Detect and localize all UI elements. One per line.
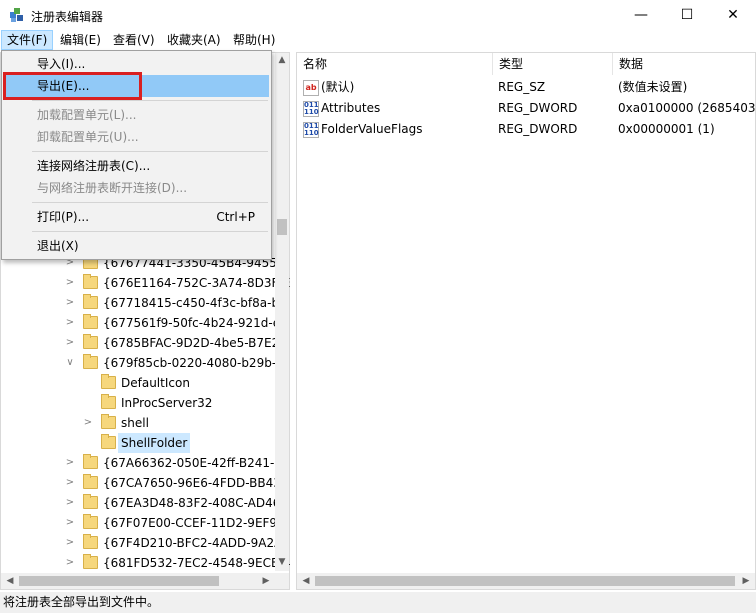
expand-arrow-icon[interactable]: > (65, 333, 75, 353)
tree-item-label: {67F07E00-CCEF-11D2-9EF9-0 (103, 516, 290, 530)
value-type: REG_DWORD (498, 101, 578, 115)
expand-arrow-icon[interactable]: > (65, 553, 75, 573)
tree-item-label: {679f85cb-0220-4080-b29b-5 (103, 356, 284, 370)
tree-item-label: {681FD532-7EC2-4548-9ECE-4 (103, 556, 291, 570)
maximize-button[interactable]: ☐ (664, 0, 710, 30)
title-bar: 注册表编辑器 — ☐ ✕ (0, 0, 756, 30)
expand-arrow-icon[interactable]: > (65, 513, 75, 533)
menu-separator (32, 231, 268, 232)
scroll-left-icon[interactable]: ◀ (299, 576, 313, 586)
expand-arrow-icon[interactable]: > (65, 313, 75, 333)
folder-icon (101, 414, 116, 429)
menu-favorites[interactable]: 收藏夹(A) (162, 31, 226, 49)
scroll-left-icon[interactable]: ◀ (3, 576, 17, 586)
column-header-name[interactable]: 名称 (297, 53, 493, 75)
folder-icon (83, 334, 98, 349)
value-data: 0x00000001 (1) (618, 122, 715, 136)
scrollbar-thumb[interactable] (315, 576, 735, 586)
value-row[interactable]: 011 110 FolderValueFlags REG_DWORD 0x0000… (297, 119, 755, 140)
expand-arrow-icon[interactable]: > (65, 293, 75, 313)
menu-edit[interactable]: 编辑(E) (55, 31, 106, 49)
values-horizontal-scrollbar[interactable]: ◀ ▶ (297, 573, 755, 589)
scroll-down-icon[interactable]: ▼ (275, 557, 289, 567)
folder-icon (83, 494, 98, 509)
string-value-icon: ab (303, 80, 319, 96)
value-row[interactable]: ab (默认) REG_SZ (数值未设置) (297, 77, 755, 98)
folder-icon (83, 474, 98, 489)
folder-icon (83, 454, 98, 469)
folder-open-icon (83, 354, 98, 369)
menu-separator (32, 202, 268, 203)
value-name: Attributes (321, 101, 381, 115)
folder-icon (101, 394, 116, 409)
value-row[interactable]: 011 110 Attributes REG_DWORD 0xa0100000 (… (297, 98, 756, 119)
values-pane[interactable]: 名称 类型 数据 ab (默认) REG_SZ (数值未设置) 011 110 A… (296, 52, 756, 590)
folder-icon (101, 374, 116, 389)
value-name: FolderValueFlags (321, 122, 423, 136)
folder-icon (83, 514, 98, 529)
scrollbar-thumb[interactable] (19, 576, 219, 586)
menu-item-disconnect-network-registry: 与网络注册表断开连接(D)... (37, 181, 188, 195)
expand-arrow-icon[interactable]: > (65, 273, 75, 293)
column-header-type[interactable]: 类型 (493, 53, 613, 75)
menu-item-unload-hive: 卸载配置单元(U)... (37, 130, 139, 144)
value-name: (默认) (321, 80, 355, 94)
collapse-arrow-icon[interactable]: ∨ (65, 353, 75, 373)
folder-icon (83, 314, 98, 329)
column-header-data[interactable]: 数据 (613, 53, 755, 75)
tree-item-label: InProcServer32 (121, 396, 213, 410)
menu-item-print-shortcut: Ctrl+P (216, 210, 255, 224)
tree-item-label: {67F4D210-BFC2-4ADD-9A2A- (103, 536, 287, 550)
folder-icon (101, 434, 116, 449)
menu-bar: 文件(F) 编辑(E) 查看(V) 收藏夹(A) 帮助(H) (0, 30, 756, 50)
tree-item-label: {676E1164-752C-3A74-8D3F-E (103, 276, 291, 290)
binary-value-icon: 011 110 (303, 101, 319, 117)
tree-item-label: {6785BFAC-9D2D-4be5-B7E2- (103, 336, 284, 350)
close-button[interactable]: ✕ (710, 0, 756, 30)
tree-item-label: ShellFolder (118, 433, 191, 453)
value-type: REG_DWORD (498, 122, 578, 136)
menu-help[interactable]: 帮助(H) (228, 31, 280, 49)
tree-item-label: {67EA3D48-83F2-408C-AD46- (103, 496, 285, 510)
menu-file[interactable]: 文件(F) (1, 30, 54, 50)
value-type: REG_SZ (498, 80, 546, 94)
menu-view[interactable]: 查看(V) (108, 31, 160, 49)
folder-icon (83, 534, 98, 549)
regedit-app-icon (10, 8, 23, 22)
folder-icon (83, 274, 98, 289)
tree-item-label: DefaultIcon (121, 376, 190, 390)
tree-item-label: {677561f9-50fc-4b24-921d-ea (103, 316, 288, 330)
expand-arrow-icon[interactable]: > (65, 493, 75, 513)
scrollbar-thumb[interactable] (277, 219, 287, 235)
status-bar: 将注册表全部导出到文件中。 (0, 592, 756, 613)
value-data: (数值未设置) (618, 80, 688, 94)
menu-item-load-hive: 加载配置单元(L)... (37, 108, 137, 122)
tree-horizontal-scrollbar[interactable]: ◀ ▶ (1, 573, 289, 589)
expand-arrow-icon[interactable]: > (83, 413, 93, 433)
tree-item-label: shell (121, 416, 149, 430)
tree-item-label: {67CA7650-96E6-4FDD-BB43- (103, 476, 286, 490)
menu-separator (32, 100, 268, 101)
binary-value-icon: 011 110 (303, 122, 319, 138)
scroll-right-icon[interactable]: ▶ (739, 576, 753, 586)
tree-item-label: {67A66362-050E-42ff-B241-82 (103, 456, 290, 470)
expand-arrow-icon[interactable]: > (65, 533, 75, 553)
tree-item-label: {67718415-c450-4f3c-bf8a-b4 (103, 296, 287, 310)
value-data: 0xa0100000 (268540313 (618, 101, 756, 115)
folder-icon (83, 294, 98, 309)
scroll-up-icon[interactable]: ▲ (275, 55, 289, 65)
tree-vertical-scrollbar[interactable]: ▲ ▼ (275, 53, 289, 571)
minimize-button[interactable]: — (618, 0, 664, 30)
window-title: 注册表编辑器 (31, 10, 104, 24)
export-highlight-box (3, 72, 142, 100)
folder-icon (83, 554, 98, 569)
menu-item-connect-network-registry[interactable]: 连接网络注册表(C)... (4, 155, 269, 177)
scroll-right-icon[interactable]: ▶ (259, 576, 273, 586)
menu-item-exit[interactable]: 退出(X) (4, 235, 269, 257)
menu-item-print-label: 打印(P)... (37, 210, 90, 224)
expand-arrow-icon[interactable]: > (65, 473, 75, 493)
menu-item-print[interactable]: 打印(P)... Ctrl+P (4, 206, 269, 228)
expand-arrow-icon[interactable]: > (65, 453, 75, 473)
menu-separator (32, 151, 268, 152)
